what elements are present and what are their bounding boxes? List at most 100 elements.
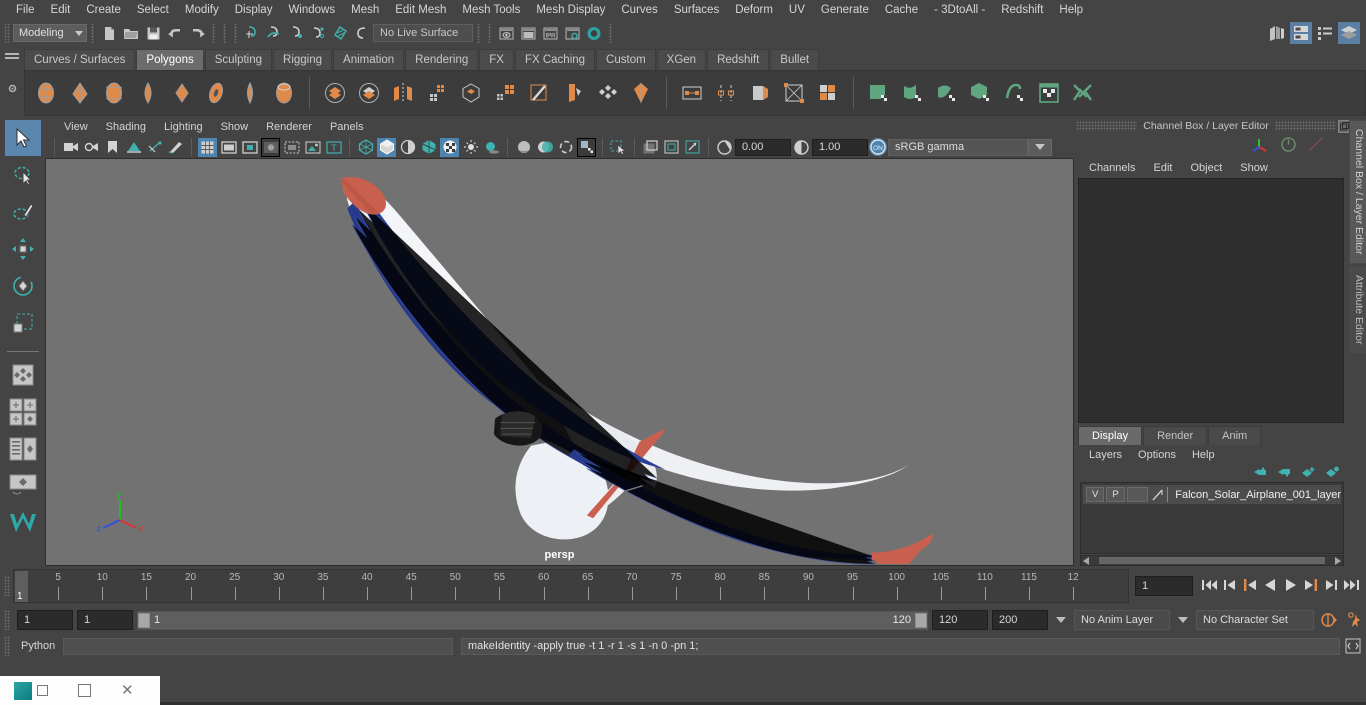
maya-taskbar-icon[interactable] [14, 681, 32, 700]
step-back-frame-icon[interactable] [1243, 578, 1258, 595]
menu-item-generate[interactable]: Generate [813, 0, 877, 20]
step-forward-frame-icon[interactable] [1303, 578, 1318, 595]
layer-menu-help[interactable]: Help [1185, 449, 1222, 461]
sculpt-curve-icon[interactable] [932, 78, 962, 108]
sculpt-plane-icon[interactable] [864, 78, 894, 108]
toggle-modeling-toolkit-icon[interactable] [1266, 22, 1288, 44]
toolbar-grip-7[interactable] [609, 23, 612, 43]
isolate-select-icon[interactable] [609, 138, 628, 157]
animation-preferences-icon[interactable] [1344, 611, 1366, 629]
polygon-pyramid-icon[interactable] [235, 78, 265, 108]
command-output-field[interactable]: makeIdentity -apply true -t 1 -r 1 -s 1 … [461, 637, 1340, 655]
anim-layer-field[interactable]: No Anim Layer [1074, 610, 1170, 630]
layout-four-view-icon[interactable] [5, 394, 41, 430]
layer-list-horizontal-scrollbar[interactable] [1080, 555, 1344, 566]
scrollbar-thumb[interactable] [1099, 557, 1325, 564]
animation-end-time-field[interactable]: 200 [992, 610, 1048, 630]
menu-item-deform[interactable]: Deform [727, 0, 781, 20]
xray-joints-icon[interactable] [303, 138, 322, 157]
snap-to-projected-center-icon[interactable] [308, 23, 328, 43]
shelf-tab-redshift[interactable]: Redshift [707, 49, 770, 70]
bookmark-icon[interactable] [103, 138, 122, 157]
motion-blur-icon[interactable] [556, 138, 575, 157]
shelf-options-gear-icon[interactable] [6, 82, 19, 98]
uv-snapshot-icon[interactable] [1068, 78, 1098, 108]
exposure-field[interactable]: 0.00 [735, 138, 791, 156]
select-tool-icon[interactable] [4, 120, 41, 156]
quad-draw-icon[interactable] [813, 78, 843, 108]
shelf-tab-bullet[interactable]: Bullet [770, 49, 820, 70]
exposure-toggle-icon[interactable] [683, 138, 702, 157]
layer-menu-layers[interactable]: Layers [1082, 449, 1129, 461]
command-input-field[interactable] [63, 637, 453, 655]
menu-item-display[interactable]: Display [227, 0, 281, 20]
sculpt-surface-icon[interactable] [898, 78, 928, 108]
shelf-tab-sculpting[interactable]: Sculpting [204, 49, 273, 70]
new-layer-icon[interactable] [1301, 466, 1316, 481]
shelf-tab-fx[interactable]: FX [479, 49, 514, 70]
append-polygon-icon[interactable] [677, 78, 707, 108]
shelf-tab-polygons[interactable]: Polygons [136, 49, 204, 70]
open-scene-icon[interactable] [121, 23, 141, 43]
polygon-torus-icon[interactable] [201, 78, 231, 108]
anim-layer-dropdown-arrow[interactable] [1056, 617, 1066, 623]
combine-icon[interactable] [320, 78, 350, 108]
menu-item-select[interactable]: Select [129, 0, 177, 20]
camera-attributes-icon[interactable] [82, 138, 101, 157]
layout-outliner-persp-icon[interactable] [5, 431, 41, 467]
scroll-left-arrow-icon[interactable] [1083, 556, 1089, 565]
layer-color-swatch-icon[interactable] [1150, 487, 1165, 503]
grid-toggle-icon[interactable] [198, 137, 217, 157]
depth-of-field-icon[interactable] [577, 137, 596, 157]
layer-row[interactable]: V P Falcon_Solar_Airplane_001_layer [1083, 485, 1341, 504]
texture-checker-icon[interactable] [440, 137, 459, 157]
menu-item-create[interactable]: Create [78, 0, 129, 20]
channel-box-attribute-list[interactable] [1078, 178, 1344, 423]
scale-tool-icon[interactable] [5, 305, 41, 341]
menu-item-edit[interactable]: Edit [43, 0, 79, 20]
layer-name-label[interactable]: Falcon_Solar_Airplane_001_layer [1170, 489, 1341, 501]
move-layer-down-icon[interactable] [1277, 466, 1292, 481]
menu-set-selector[interactable]: Modeling [13, 24, 87, 42]
menu-item-windows[interactable]: Windows [280, 0, 343, 20]
shelf-tab-fx-caching[interactable]: FX Caching [514, 49, 596, 70]
menu-item-mesh-tools[interactable]: Mesh Tools [454, 0, 528, 20]
range-start-handle[interactable] [138, 612, 150, 628]
character-set-field[interactable]: No Character Set [1196, 610, 1314, 630]
new-scene-icon[interactable] [99, 23, 119, 43]
toggle-attribute-editor-icon[interactable] [1290, 22, 1312, 44]
smooth-icon[interactable] [422, 78, 452, 108]
render-sequence-icon[interactable] [518, 23, 538, 43]
move-layer-up-icon[interactable] [1253, 466, 1268, 481]
wireframe-shading-icon[interactable] [356, 138, 375, 157]
shelf-menu-icon[interactable] [5, 51, 19, 66]
multi-cut-icon[interactable] [524, 78, 554, 108]
mirror-geometry-icon[interactable] [388, 78, 418, 108]
menu-item-cache[interactable]: Cache [877, 0, 926, 20]
toolbar-grip-2[interactable] [212, 23, 215, 43]
new-layer-from-selection-icon[interactable] [1325, 466, 1340, 481]
polygon-plane-icon[interactable] [167, 78, 197, 108]
manipulator-axis-icon[interactable] [1252, 136, 1270, 157]
menu-item-edit-mesh[interactable]: Edit Mesh [387, 0, 454, 20]
play-backwards-icon[interactable] [1263, 578, 1278, 595]
viewport-menu-panels[interactable]: Panels [321, 121, 373, 133]
toggle-channel-box-icon[interactable] [1314, 22, 1336, 44]
toggle-tool-settings-icon[interactable] [1338, 22, 1360, 44]
select-camera-icon[interactable] [61, 138, 80, 157]
animation-start-time-field[interactable]: 1 [17, 610, 73, 630]
playback-end-time-field[interactable]: 120 [932, 610, 988, 630]
viewport-menu-show[interactable]: Show [212, 121, 258, 133]
snap-to-grid-icon[interactable] [242, 23, 262, 43]
toolbar-grip-5[interactable] [477, 23, 480, 43]
layer-playback-toggle[interactable]: P [1106, 487, 1125, 502]
polygon-pipe-icon[interactable] [269, 78, 299, 108]
grease-pencil-icon[interactable] [166, 138, 185, 157]
menu-item-uv[interactable]: UV [781, 0, 813, 20]
viewport-menu-lighting[interactable]: Lighting [155, 121, 212, 133]
side-tab-channel-box[interactable]: Channel Box / Layer Editor [1349, 120, 1366, 264]
go-to-start-icon[interactable] [1201, 578, 1218, 595]
toolbar-grip-4[interactable] [234, 23, 237, 43]
layer-tab-display[interactable]: Display [1078, 426, 1143, 445]
shelf-tab-rendering[interactable]: Rendering [405, 49, 479, 70]
